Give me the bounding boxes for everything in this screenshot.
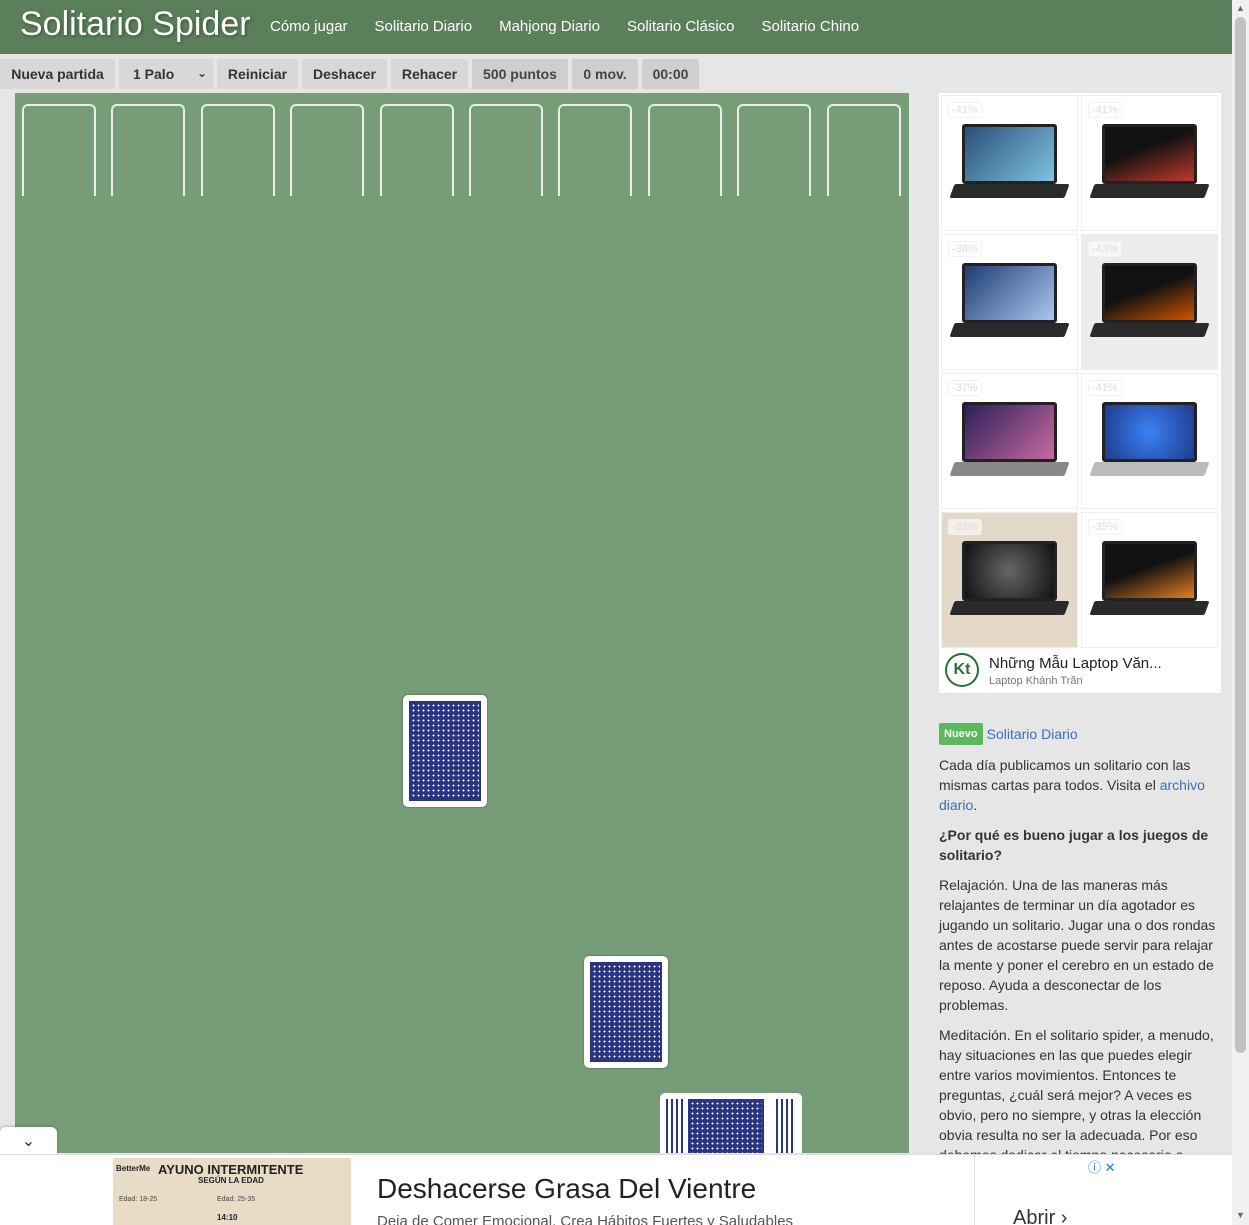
- new-badge: Nuevo: [939, 723, 983, 745]
- new-game-button[interactable]: Nueva partida: [0, 59, 115, 89]
- column-slot[interactable]: [290, 104, 364, 196]
- ad-product-tile[interactable]: -41%: [1081, 373, 1218, 509]
- laptop-image: [1089, 263, 1210, 343]
- article-paragraph: Meditación. En el solitario spider, a me…: [939, 1027, 1214, 1163]
- discount-badge: -37%: [948, 380, 982, 396]
- daily-solitaire-link[interactable]: Solitario Diario: [987, 726, 1078, 742]
- restart-button[interactable]: Reiniciar: [217, 59, 298, 89]
- timer-display: 00:00: [642, 59, 699, 89]
- discount-badge: -38%: [948, 241, 982, 257]
- score-display: 500 puntos: [472, 59, 568, 89]
- nav-link-solitario-chino[interactable]: Solitario Chino: [762, 18, 860, 35]
- ad-image-brand: BetterMe: [116, 1164, 151, 1173]
- discount-badge: -32%: [948, 519, 982, 535]
- ad-image: BetterMe AYUNO INTERMITENTE SEGÚN LA EDA…: [113, 1158, 351, 1225]
- discount-badge: -43%: [1088, 241, 1122, 257]
- column-slot[interactable]: [111, 104, 185, 196]
- chevron-down-icon: ⌄: [21, 1132, 36, 1150]
- laptop-image: [1089, 402, 1210, 482]
- redo-button[interactable]: Rehacer: [391, 59, 468, 89]
- laptop-image: [949, 402, 1070, 482]
- ad-product-tile[interactable]: -32%: [941, 512, 1078, 648]
- column-slot[interactable]: [737, 104, 811, 196]
- scroll-thumb[interactable]: [1235, 17, 1246, 1053]
- discount-badge: -41%: [948, 102, 982, 118]
- discount-badge: -35%: [1088, 519, 1122, 535]
- laptop-image: [949, 541, 1070, 621]
- game-board[interactable]: [15, 93, 909, 1153]
- laptop-image: [1089, 124, 1210, 204]
- ad-product-tile[interactable]: -41%: [941, 95, 1078, 231]
- nav-link-solitario-diario[interactable]: Solitario Diario: [375, 18, 473, 35]
- stock-card-edges: [666, 1099, 686, 1153]
- page-scrollbar[interactable]: ▲ ▼: [1232, 0, 1249, 1225]
- main-nav: Cómo jugar Solitario Diario Mahjong Diar…: [270, 18, 886, 35]
- column-slot[interactable]: [827, 104, 901, 196]
- top-navbar: Solitario Spider Cómo jugar Solitario Di…: [0, 0, 1232, 54]
- chevron-down-icon: ⌄: [196, 66, 207, 80]
- column-slot[interactable]: [648, 104, 722, 196]
- card-back-pattern: [590, 962, 662, 1062]
- undo-button[interactable]: Deshacer: [302, 59, 387, 89]
- column-slot[interactable]: [201, 104, 275, 196]
- nav-link-mahjong-diario[interactable]: Mahjong Diario: [499, 18, 600, 35]
- ad-image-headline: AYUNO INTERMITENTE: [158, 1162, 304, 1177]
- ad-product-tile[interactable]: -35%: [1081, 512, 1218, 648]
- article-paragraph: Relajación. Una de las maneras más relaj…: [939, 877, 1216, 1013]
- ad-advertiser: Laptop Khánh Trần: [989, 675, 1083, 687]
- ad-open-button[interactable]: Abrir ›: [1013, 1207, 1067, 1225]
- intro-end: .: [973, 797, 978, 813]
- sidebar-ad[interactable]: ⓘ ✕ -41% -41% -38% -43% -37% -41% -32% -…: [939, 93, 1221, 693]
- ad-description: Deja de Comer Emocional, Crea Hábitos Fu…: [377, 1213, 794, 1225]
- stock-pile[interactable]: [660, 1093, 802, 1153]
- intro-text: Cada día publicamos un solitario con las…: [939, 757, 1191, 793]
- ad-title[interactable]: Những Mẫu Laptop Văn...: [989, 655, 1162, 672]
- chevron-right-icon: ›: [1060, 1207, 1068, 1225]
- laptop-image: [1089, 541, 1210, 621]
- moves-display: 0 mov.: [572, 59, 638, 89]
- suit-count-value: 1 Palo: [133, 66, 175, 82]
- ad-image-age: Edad: 18-25: [119, 1196, 158, 1203]
- ad-footer[interactable]: Kt Những Mẫu Laptop Văn... Laptop Khánh …: [939, 649, 1221, 693]
- ad-open-label: Abrir: [1013, 1207, 1056, 1225]
- stock-card-edges: [776, 1099, 796, 1153]
- laptop-image: [949, 263, 1070, 343]
- nav-link-solitario-clasico[interactable]: Solitario Clásico: [627, 18, 735, 35]
- ad-image-subheadline: SEGÚN LA EDAD: [198, 1176, 264, 1185]
- bottom-ad-banner[interactable]: BetterMe AYUNO INTERMITENTE SEGÚN LA EDA…: [0, 1154, 1232, 1225]
- article-heading: ¿Por qué es bueno jugar a los juegos de …: [939, 827, 1209, 863]
- article-intro: Cada día publicamos un solitario con las…: [939, 755, 1217, 815]
- discount-badge: -41%: [1088, 102, 1122, 118]
- ad-divider: [974, 1155, 975, 1225]
- card-back-pattern: [409, 701, 481, 801]
- face-down-card[interactable]: [584, 956, 668, 1068]
- article-title-row: Nuevo Solitario Diario: [939, 723, 1217, 745]
- collapse-ad-button[interactable]: ⌄: [0, 1127, 57, 1154]
- ad-product-tile[interactable]: -37%: [941, 373, 1078, 509]
- ad-product-tile[interactable]: -38%: [941, 234, 1078, 370]
- advertiser-logo: Kt: [945, 653, 979, 687]
- column-slot[interactable]: [380, 104, 454, 196]
- scroll-down-arrow-icon[interactable]: ▼: [1236, 1210, 1245, 1220]
- column-slot[interactable]: [469, 104, 543, 196]
- column-slot[interactable]: [558, 104, 632, 196]
- ad-close-icon[interactable]: ⓘ ✕: [1088, 1157, 1116, 1176]
- game-toolbar: Nueva partida 1 Palo ⌄ Reiniciar Deshace…: [0, 54, 1232, 93]
- scroll-up-arrow-icon[interactable]: ▲: [1236, 3, 1245, 13]
- nav-link-como-jugar[interactable]: Cómo jugar: [270, 18, 348, 35]
- ad-product-tile[interactable]: -41%: [1081, 95, 1218, 231]
- ad-product-tile[interactable]: -43%: [1081, 234, 1218, 370]
- column-slot[interactable]: [22, 104, 96, 196]
- ad-image-time: 14:10: [217, 1213, 238, 1222]
- info-article: Nuevo Solitario Diario Cada día publicamo…: [939, 723, 1217, 1165]
- ad-image-age: Edad: 25-35: [217, 1196, 256, 1203]
- card-back-pattern: [688, 1099, 764, 1153]
- ad-headline[interactable]: Deshacerse Grasa Del Vientre: [377, 1173, 756, 1205]
- site-logo[interactable]: Solitario Spider: [20, 5, 251, 44]
- laptop-image: [949, 124, 1070, 204]
- face-down-card[interactable]: [403, 695, 487, 807]
- discount-badge: -41%: [1088, 380, 1122, 396]
- suit-count-select[interactable]: 1 Palo ⌄: [119, 59, 213, 89]
